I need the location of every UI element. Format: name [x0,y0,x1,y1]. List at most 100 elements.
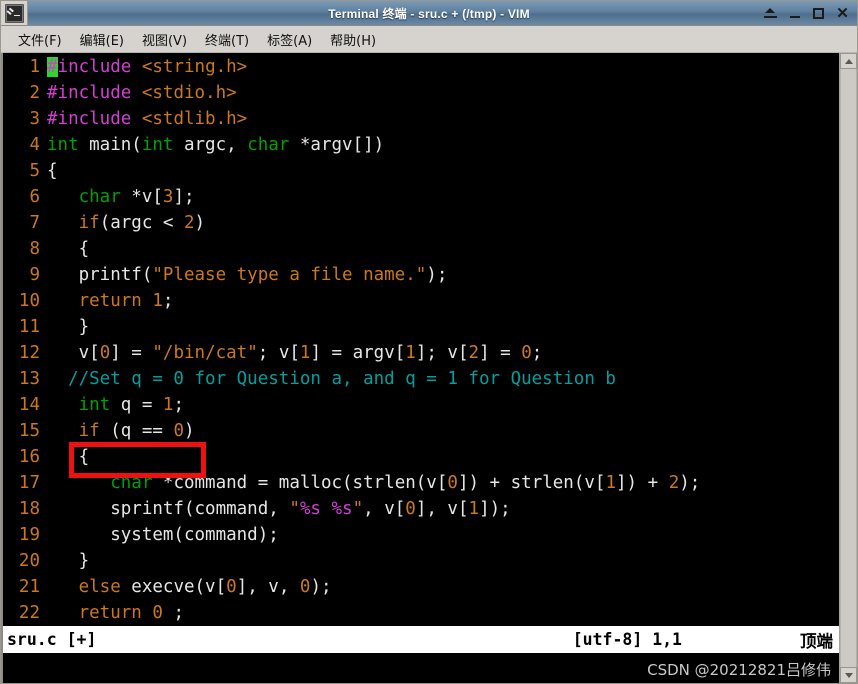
menu-item-help[interactable]: 帮助(H) [321,28,385,51]
line-text: char *command = malloc(strlen(v[0]) + st… [47,470,700,496]
line-text: else execve(v[0], v, 0); [47,574,332,600]
line-number: 1 [29,57,40,77]
menu-item-tabs[interactable]: 标签(A) [258,28,321,51]
line-number: 3 [29,109,40,129]
line-text: sprintf(command, "%s %s", v[0], v[1]); [47,496,511,522]
scrollbar-track[interactable] [840,69,857,667]
code-token: ; [531,343,543,363]
line-number: 6 [29,187,40,207]
code-token: char [247,135,290,155]
code-token: # [47,57,58,77]
code-token: 1 [405,343,416,363]
line-number: 9 [29,265,40,285]
line-number: 20 [18,551,40,571]
menu-item-file[interactable]: 文件(F) [9,28,71,51]
code-token: 1 [152,291,163,311]
code-line: 18 sprintf(command, "%s %s", v[0], v[1])… [3,496,839,522]
code-token: q = [110,395,163,415]
code-token: 0 [173,421,184,441]
code-token: argc, [173,135,248,155]
vim-editor-pane[interactable]: 1 #include <string.h> 2 #include <stdio.h> 3… [1,53,839,683]
shade-icon [764,7,777,19]
code-token: "/bin/cat" [152,343,258,363]
code-token: int [78,395,111,415]
line-number: 10 [18,291,40,311]
code-token: *v[ [120,187,163,207]
code-token: ; v[ [257,343,300,363]
code-token: ] = [110,343,153,363]
code-line: 21 else execve(v[0], v, 0); [3,574,839,600]
window-menu-button[interactable] [1,1,28,25]
line-text: if(argc < 2) [47,210,205,236]
code-token: //Set q = 0 for Question a, and q = 1 fo… [47,369,616,389]
code-line: 5{ [3,158,839,184]
minimize-button[interactable] [787,5,802,21]
code-token: ) [194,213,206,233]
line-number: 11 [18,317,40,337]
menu-item-view[interactable]: 视图(V) [133,28,196,51]
code-token: if [78,421,100,441]
code-line: 3 #include <stdlib.h> [3,106,839,132]
code-token: ); [426,265,448,285]
code-token: ; [162,603,184,623]
code-token: <string.h> [141,57,248,77]
line-number: 18 [18,499,40,519]
code-token: , v[ [363,499,406,519]
shade-button[interactable] [763,5,778,21]
line-text: if (q == 0) [47,418,195,444]
code-token: ] = argv[ [310,343,406,363]
line-number: 16 [18,447,40,467]
status-encoding-position: [utf-8] 1,1 [572,630,682,649]
scroll-up-button[interactable] [840,53,857,69]
line-text: #include <string.h> [47,54,247,80]
code-token: ); [310,577,332,597]
code-token: <stdlib.h> [141,109,248,129]
window-controls: ✕ [763,5,857,21]
code-line: 20 } [3,548,839,574]
vertical-scrollbar[interactable] [839,53,857,683]
menu-item-edit[interactable]: 编辑(E) [71,28,133,51]
line-number: 14 [18,395,40,415]
code-line: 12 v[0] = "/bin/cat"; v[1] = argv[1]; v[… [3,340,839,366]
code-line: 17 char *command = malloc(strlen(v[0]) +… [3,470,839,496]
menu-item-terminal[interactable]: 终端(T) [196,28,258,51]
line-number: 4 [29,135,40,155]
code-token: ) [184,421,195,441]
code-token: <stdio.h> [141,83,237,103]
code-line: 11 } [3,314,839,340]
code-line: 13 //Set q = 0 for Question a, and q = 1… [3,366,839,392]
code-line: 14 int q = 1; [3,392,839,418]
line-text: { [47,444,90,470]
code-line: 9 printf("Please type a file name."); [3,262,839,288]
code-token: system(command); [47,525,279,545]
code-area[interactable]: 1 #include <string.h> 2 #include <stdio.h> 3… [3,53,839,626]
code-token: else [78,577,121,597]
code-token: 2 [468,343,480,363]
code-line: 6 char *v[3]; [3,184,839,210]
close-button[interactable]: ✕ [835,5,850,21]
code-token: sprintf(command, [47,499,290,519]
code-token: 2 [668,473,680,493]
code-token: ]); [479,499,511,519]
watermark-text: CSDN @20212821吕修伟 [647,661,831,679]
code-token: *argv[]) [289,135,385,155]
line-text: char *v[3]; [47,184,195,210]
code-token: int [47,135,79,155]
code-token: return [78,291,142,311]
line-number: 17 [18,473,40,493]
code-token: { [47,239,90,259]
code-line: 2 #include <stdio.h> [3,80,839,106]
scroll-up-icon [844,58,853,64]
line-text: #include <stdio.h> [47,80,237,106]
code-line: 10 return 1; [3,288,839,314]
scroll-down-button[interactable] [840,667,857,683]
maximize-button[interactable] [811,5,826,21]
code-token: if [78,213,100,233]
code-token: int [141,135,174,155]
code-token: #include [47,83,132,103]
code-token: #include [47,109,132,129]
code-token: 1 [162,395,174,415]
